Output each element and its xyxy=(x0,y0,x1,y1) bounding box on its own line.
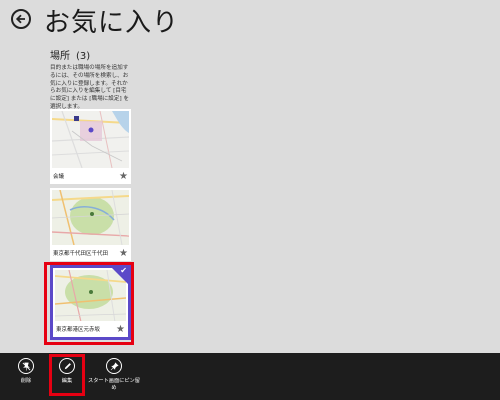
selection-highlight-box xyxy=(44,262,134,345)
pin-to-start-button[interactable]: スタート画面にピン留め xyxy=(88,358,140,392)
favorite-label: 会議 xyxy=(53,174,65,180)
map-thumbnail xyxy=(52,190,129,245)
favorite-tile[interactable]: 東京都千代田区千代田 ★ xyxy=(50,188,131,261)
section-name: 場所 xyxy=(50,51,70,62)
favorite-tile[interactable]: 会議 ★ xyxy=(50,109,131,184)
star-icon: ★ xyxy=(119,171,128,182)
page-title: お気に入り xyxy=(44,8,180,38)
map-thumbnail xyxy=(52,111,129,168)
section-description: 目的または職場の場所を追加するには、その場所を検索し、お気に入りに登録します。そ… xyxy=(50,65,130,110)
section-heading: 場所 (3) xyxy=(50,47,90,62)
back-button[interactable] xyxy=(11,9,31,29)
unpin-icon xyxy=(18,358,34,374)
arrow-left-icon xyxy=(15,14,25,24)
favorite-label: 東京都千代田区千代田 xyxy=(53,251,109,257)
pin-label: スタート画面にピン留め xyxy=(88,378,140,391)
pin-icon xyxy=(106,358,122,374)
section-count: (3) xyxy=(76,51,91,62)
edit-highlight-box xyxy=(49,354,85,396)
star-icon: ★ xyxy=(119,248,128,259)
